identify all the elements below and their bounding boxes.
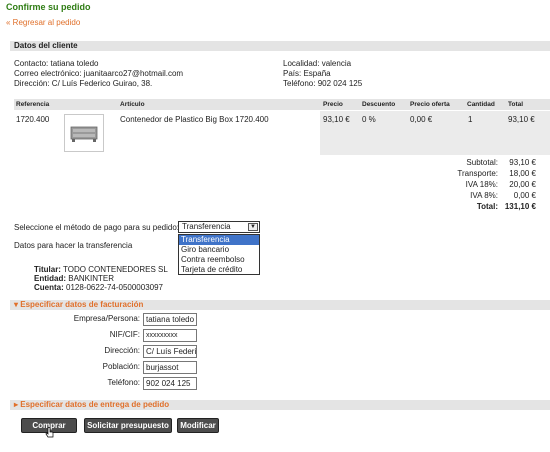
bank-account: Cuenta: 0128-0622-74-0500003097	[34, 283, 163, 292]
transport-value: 18,00 €	[509, 169, 536, 178]
triangle-down-icon[interactable]: ▼	[248, 223, 258, 231]
payment-option-reembolso[interactable]: Contra reembolso	[179, 255, 259, 265]
transfer-info-label: Datos para hacer la transferencia	[14, 241, 133, 250]
total-value: 131,10 €	[504, 202, 536, 211]
col-header-discount: Descuento	[362, 101, 396, 108]
payment-method-dropdown: Transferencia Giro bancario Contra reemb…	[178, 234, 260, 275]
town-label: Población:	[102, 362, 140, 371]
order-row-discount: 0 %	[362, 115, 376, 124]
order-row-qty: 1	[468, 115, 473, 124]
col-header-ref: Referencia	[16, 101, 50, 108]
payment-option-transferencia[interactable]: Transferencia	[179, 235, 259, 245]
bank-holder-value: TODO CONTENEDORES SL	[63, 265, 168, 274]
modify-button[interactable]: Modificar	[177, 418, 219, 433]
triangle-down-icon: ▾	[14, 300, 19, 309]
product-crate-image	[70, 126, 98, 142]
company-field[interactable]: tatiana toledo	[143, 313, 197, 326]
bank-entity: Entidad: BANKINTER	[34, 274, 114, 283]
bank-account-label: Cuenta:	[34, 283, 64, 292]
subtotal-label: Subtotal:	[466, 158, 498, 167]
hand-cursor-icon	[45, 427, 54, 438]
payment-method-prompt: Seleccione el método de pago para su ped…	[14, 223, 180, 232]
customer-address: Dirección: C/ Luís Federico Guirao, 38.	[14, 79, 153, 88]
bank-holder-label: Titular:	[34, 265, 61, 274]
address-label: Dirección:	[104, 346, 140, 355]
delivery-section-header[interactable]: ▸ Especificar datos de entrega de pedido	[10, 400, 550, 410]
iva18-label: IVA 18%:	[465, 180, 498, 189]
order-row-price: 93,10 €	[323, 115, 350, 124]
order-row-ref: 1720.400	[16, 115, 50, 124]
company-label: Empresa/Persona:	[73, 314, 140, 323]
customer-section-header: Datos del cliente	[10, 41, 550, 51]
col-header-total: Total	[508, 101, 524, 108]
payment-method-select[interactable]: Transferencia ▼	[178, 221, 260, 233]
request-quote-button[interactable]: Solicitar presupuesto	[84, 418, 172, 433]
customer-phone: Teléfono: 902 024 125	[283, 79, 363, 88]
order-table-header: Referencia Artículo Precio Descuento Pre…	[14, 99, 550, 110]
triangle-right-icon: ▸	[14, 400, 19, 409]
order-row-article: Contenedor de Plastico Big Box 1720.400	[120, 115, 269, 124]
col-header-qty: Cantidad	[467, 101, 495, 108]
payment-method-selected: Transferencia	[182, 222, 231, 231]
customer-city: Localidad: valencia	[283, 59, 352, 68]
customer-email: Correo electrónico: juanitaarco27@hotmai…	[14, 69, 184, 78]
order-row-offer-price: 0,00 €	[410, 115, 433, 124]
customer-contact: Contacto: tatiana toledo	[14, 59, 99, 68]
col-header-offer: Precio oferta	[410, 101, 450, 108]
total-label: Total:	[476, 202, 498, 211]
bank-entity-value: BANKINTER	[68, 274, 115, 283]
customer-country: País: España	[283, 69, 331, 78]
bank-entity-label: Entidad:	[34, 274, 66, 283]
bank-account-value: 0128-0622-74-0500003097	[66, 283, 163, 292]
product-thumbnail	[64, 114, 104, 152]
iva8-value: 0,00 €	[513, 191, 536, 200]
transport-label: Transporte:	[457, 169, 498, 178]
order-row-total: 93,10 €	[508, 115, 535, 124]
iva18-value: 20,00 €	[509, 180, 536, 189]
nif-label: NIF/CIF:	[109, 330, 140, 339]
delivery-section-title: Especificar datos de entrega de pedido	[20, 400, 170, 409]
phone-field[interactable]: 902 024 125	[143, 377, 197, 390]
subtotal-value: 93,10 €	[509, 158, 536, 167]
phone-label: Teléfono:	[107, 378, 140, 387]
page-title: Confirme su pedido	[6, 2, 91, 12]
bank-holder: Titular: TODO CONTENEDORES SL	[34, 265, 168, 274]
address-field[interactable]: C/ Luís Federico Guira	[143, 345, 197, 358]
nif-field[interactable]: xxxxxxxxx	[143, 329, 197, 342]
back-to-order-link[interactable]: « Regresar al pedido	[6, 18, 80, 27]
billing-section-header[interactable]: ▾ Especificar datos de facturación	[10, 300, 550, 310]
col-header-price: Precio	[323, 101, 343, 108]
iva8-label: IVA 8%:	[470, 191, 498, 200]
billing-section-title: Especificar datos de facturación	[20, 300, 144, 309]
col-header-article: Artículo	[120, 101, 145, 108]
payment-option-giro[interactable]: Giro bancario	[179, 245, 259, 255]
town-field[interactable]: burjassot	[143, 361, 197, 374]
payment-option-tarjeta[interactable]: Tarjeta de crédito	[179, 265, 259, 275]
